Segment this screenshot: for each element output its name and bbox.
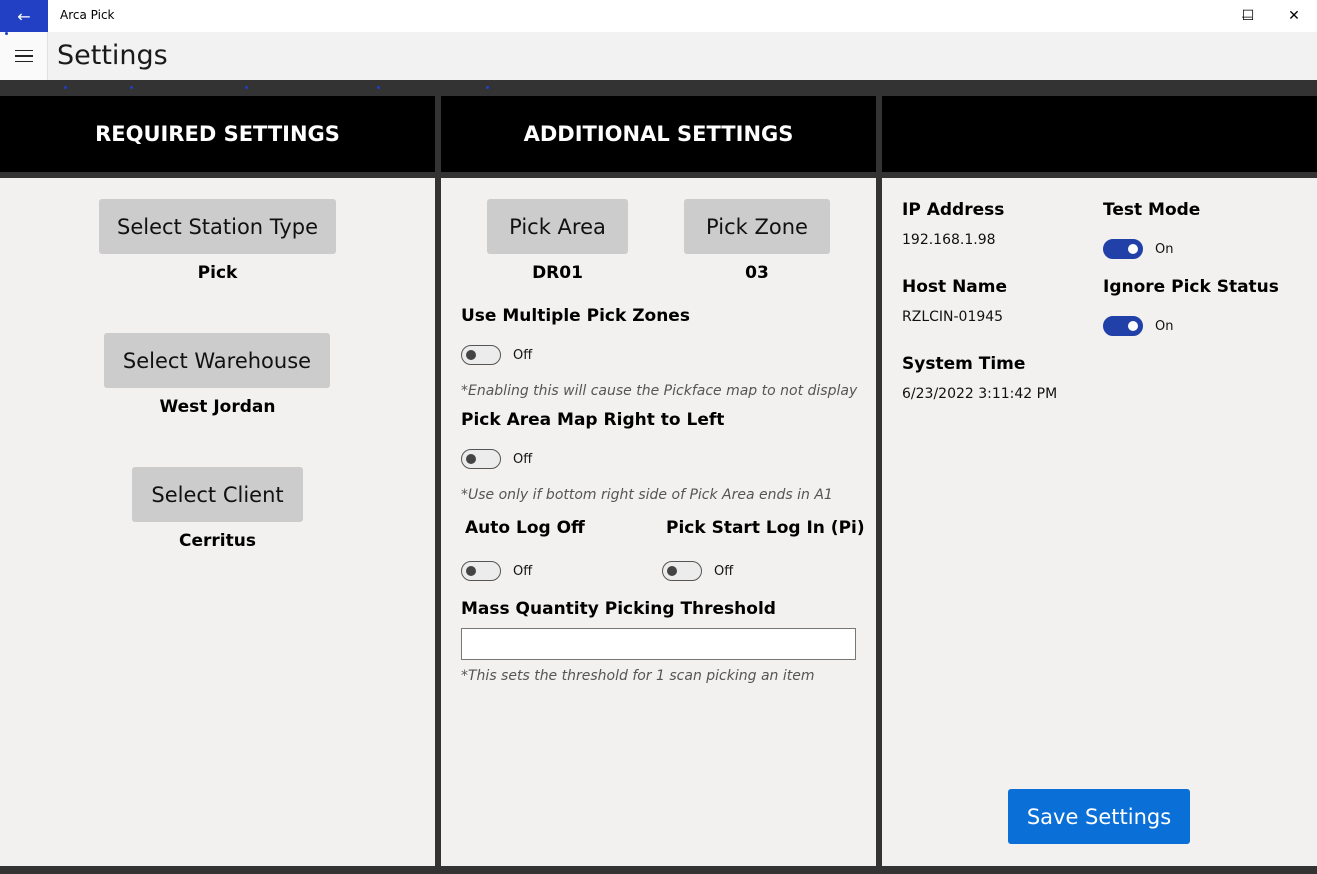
pick-start-login-label: Pick Start Log In (Pi) — [666, 518, 865, 538]
host-name-label: Host Name — [902, 277, 1008, 297]
multiple-pick-zones-state: Off — [513, 348, 533, 363]
ignore-pick-status-label: Ignore Pick Status — [1103, 277, 1279, 297]
close-icon: ✕ — [1288, 8, 1300, 24]
toggle-knob — [466, 350, 476, 360]
additional-settings-heading: ADDITIONAL SETTINGS — [441, 96, 876, 172]
maximize-icon: ☐ — [1241, 8, 1255, 24]
pick-area-button[interactable]: Pick Area — [487, 199, 628, 254]
page-title: Settings — [57, 40, 168, 71]
page-header — [0, 32, 1317, 80]
station-type-value: Pick — [197, 263, 238, 283]
system-info-heading — [882, 96, 1317, 172]
auto-log-off-state: Off — [513, 564, 533, 579]
header-divider — [0, 80, 1317, 96]
select-client-button[interactable]: Select Client — [132, 467, 303, 522]
select-station-type-button[interactable]: Select Station Type — [99, 199, 336, 254]
focus-dot — [245, 86, 248, 89]
focus-dot — [64, 86, 67, 89]
test-mode-toggle[interactable] — [1103, 239, 1143, 259]
column-divider — [435, 96, 441, 874]
mass-threshold-input[interactable] — [461, 628, 856, 660]
client-value: Cerritus — [179, 531, 256, 551]
pick-start-login-state: Off — [714, 564, 734, 579]
toggle-knob — [1128, 321, 1138, 331]
test-mode-state: On — [1155, 242, 1174, 257]
system-time-label: System Time — [902, 354, 1026, 374]
save-settings-button[interactable]: Save Settings — [1008, 789, 1190, 844]
focus-dot — [486, 86, 489, 89]
host-name-value: RZLCIN-01945 — [902, 309, 1004, 325]
hamburger-icon — [14, 49, 33, 52]
map-right-to-left-toggle[interactable] — [461, 449, 501, 469]
focus-dot — [5, 32, 8, 35]
title-bar — [0, 0, 1317, 32]
column-divider — [876, 96, 882, 874]
back-button[interactable]: ← — [0, 0, 48, 32]
pick-start-login-toggle[interactable] — [662, 561, 702, 581]
ip-address-value: 192.168.1.98 — [902, 232, 996, 248]
toggle-knob — [466, 566, 476, 576]
focus-dot — [130, 86, 133, 89]
arrow-left-icon: ← — [17, 6, 31, 26]
multiple-pick-zones-label: Use Multiple Pick Zones — [461, 306, 690, 326]
toggle-knob — [667, 566, 677, 576]
multiple-pick-zones-note: *Enabling this will cause the Pickface m… — [461, 383, 858, 399]
ignore-pick-status-state: On — [1155, 319, 1174, 334]
app-title: Arca Pick — [60, 8, 115, 22]
map-right-to-left-state: Off — [513, 452, 533, 467]
bottom-bar — [0, 866, 1317, 874]
toggle-knob — [466, 454, 476, 464]
pick-area-value: DR01 — [532, 263, 583, 283]
pick-zone-button[interactable]: Pick Zone — [684, 199, 830, 254]
hamburger-menu-button[interactable] — [0, 32, 48, 80]
ignore-pick-status-toggle[interactable] — [1103, 316, 1143, 336]
select-warehouse-button[interactable]: Select Warehouse — [104, 333, 330, 388]
multiple-pick-zones-toggle[interactable] — [461, 345, 501, 365]
auto-log-off-label: Auto Log Off — [465, 518, 585, 538]
test-mode-label: Test Mode — [1103, 200, 1201, 220]
map-right-to-left-label: Pick Area Map Right to Left — [461, 410, 725, 430]
toggle-knob — [1128, 244, 1138, 254]
warehouse-value: West Jordan — [159, 397, 276, 417]
system-time-value: 6/23/2022 3:11:42 PM — [902, 386, 1058, 402]
focus-dot — [377, 86, 380, 89]
column-header-divider — [0, 172, 1317, 178]
close-button[interactable]: ✕ — [1271, 0, 1317, 32]
mass-threshold-label: Mass Quantity Picking Threshold — [461, 599, 776, 619]
map-right-to-left-note: *Use only if bottom right side of Pick A… — [461, 487, 833, 503]
pick-zone-value: 03 — [745, 263, 769, 283]
required-settings-heading: REQUIRED SETTINGS — [0, 96, 435, 172]
mass-threshold-note: *This sets the threshold for 1 scan pick… — [461, 668, 815, 684]
maximize-button[interactable]: ☐ — [1225, 0, 1271, 32]
ip-address-label: IP Address — [902, 200, 1005, 220]
auto-log-off-toggle[interactable] — [461, 561, 501, 581]
